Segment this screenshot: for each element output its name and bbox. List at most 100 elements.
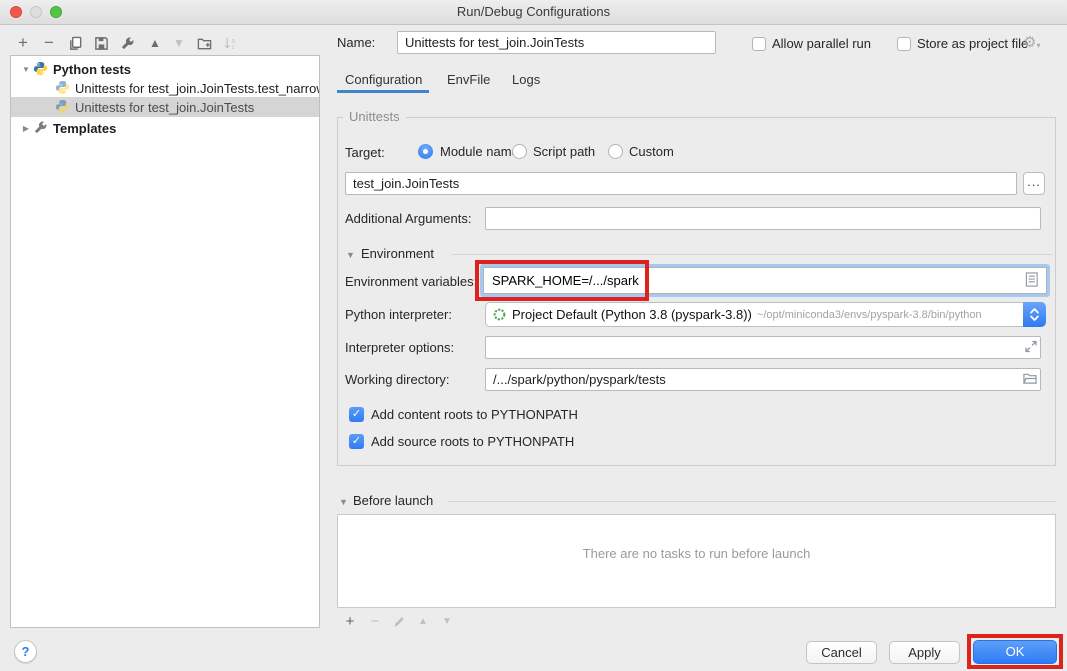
question-icon: ? — [22, 644, 30, 659]
title-bar: Run/Debug Configurations — [0, 0, 1067, 25]
python-interpreter-label: Python interpreter: — [345, 307, 452, 322]
expand-field-icon[interactable] — [1024, 339, 1038, 354]
conda-environment-icon — [493, 308, 506, 321]
tree-item-test-narrow[interactable]: Unittests for test_join.JoinTests.test_n… — [11, 78, 319, 98]
triangle-up-icon: ▲ — [418, 616, 428, 627]
before-launch-title: Before launch — [353, 493, 433, 508]
environment-variables-input[interactable] — [483, 267, 1047, 294]
ok-button[interactable]: OK — [973, 640, 1057, 664]
plus-icon: + — [18, 32, 28, 54]
chevron-right-icon[interactable]: ▶ — [19, 124, 33, 133]
copy-icon — [68, 36, 83, 51]
working-directory-input[interactable] — [485, 368, 1041, 391]
copy-configuration-button[interactable] — [64, 32, 86, 54]
check-icon: ✓ — [352, 435, 361, 447]
allow-parallel-run-checkbox[interactable] — [752, 37, 766, 51]
apply-button[interactable]: Apply — [889, 641, 960, 664]
triangle-down-icon: ▼ — [442, 616, 452, 627]
before-launch-edit-button[interactable] — [389, 611, 409, 631]
tab-configuration[interactable]: Configuration — [345, 72, 422, 87]
target-script-path-radio[interactable] — [512, 144, 527, 159]
tree-item-label: Python tests — [53, 62, 131, 77]
before-launch-empty-message: There are no tasks to run before launch — [583, 546, 811, 561]
python-test-icon — [55, 99, 71, 115]
tree-item-templates[interactable]: ▶ Templates — [11, 118, 319, 138]
remove-configuration-button[interactable]: − — [38, 32, 60, 54]
add-content-roots-label: Add content roots to PYTHONPATH — [371, 407, 578, 422]
tree-item-label: Templates — [53, 121, 116, 136]
target-script-path-label: Script path — [533, 144, 595, 159]
sort-configurations-button[interactable]: az — [219, 32, 241, 54]
help-button[interactable]: ? — [14, 640, 37, 663]
target-input[interactable] — [345, 172, 1017, 195]
env-variables-editor-icon[interactable] — [1025, 272, 1039, 287]
unittests-group-title: Unittests — [343, 109, 406, 124]
move-down-button[interactable]: ▼ — [168, 32, 190, 54]
tree-item-jointests-selected[interactable]: Unittests for test_join.JoinTests — [11, 97, 319, 117]
sort-alphabetically-icon: az — [223, 36, 238, 51]
python-interpreter-path: ~/opt/miniconda3/envs/pyspark-3.8/bin/py… — [757, 309, 982, 321]
before-launch-tasks-panel: There are no tasks to run before launch — [337, 514, 1056, 608]
before-launch-move-up-button[interactable]: ▲ — [413, 611, 433, 631]
add-source-roots-checkbox[interactable]: ✓ — [349, 434, 364, 449]
target-custom-radio[interactable] — [608, 144, 623, 159]
target-module-name-radio[interactable] — [418, 144, 433, 159]
chevron-down-icon[interactable]: ▼ — [19, 65, 33, 74]
add-content-roots-checkbox[interactable]: ✓ — [349, 407, 364, 422]
triangle-up-icon: ▲ — [149, 32, 161, 54]
move-up-button[interactable]: ▲ — [144, 32, 166, 54]
target-custom-label: Custom — [629, 144, 674, 159]
target-module-name-label: Module name — [440, 144, 519, 159]
store-as-project-file-checkbox[interactable] — [897, 37, 911, 51]
check-icon: ✓ — [352, 408, 361, 420]
name-input[interactable] — [397, 31, 716, 54]
wrench-icon — [120, 36, 135, 51]
create-folder-button[interactable] — [193, 32, 215, 54]
zoom-button[interactable] — [50, 6, 62, 18]
save-configuration-button[interactable] — [90, 32, 112, 54]
additional-arguments-input[interactable] — [485, 207, 1041, 230]
window-title: Run/Debug Configurations — [200, 4, 867, 19]
allow-parallel-run-label: Allow parallel run — [772, 36, 871, 51]
active-tab-indicator — [337, 90, 429, 93]
store-options-gear-button[interactable]: ⚙▾ — [1023, 35, 1040, 53]
before-launch-collapse-icon[interactable]: ▼ — [339, 497, 348, 507]
close-button[interactable] — [10, 6, 22, 18]
minus-icon: − — [371, 613, 380, 630]
configurations-tree: ▼ Python tests Unittests for test_join.J… — [10, 55, 320, 628]
plus-icon: + — [346, 613, 355, 630]
python-interpreter-value: Project Default (Python 3.8 (pyspark-3.8… — [512, 307, 752, 322]
browse-folder-icon[interactable] — [1023, 371, 1037, 386]
python-test-icon — [55, 80, 71, 96]
environment-variables-field — [480, 264, 1050, 297]
interpreter-options-label: Interpreter options: — [345, 340, 454, 355]
minimize-button[interactable] — [30, 6, 42, 18]
add-source-roots-label: Add source roots to PYTHONPATH — [371, 434, 574, 449]
svg-text:z: z — [231, 44, 234, 51]
target-label: Target: — [345, 145, 385, 160]
python-interpreter-select[interactable]: Project Default (Python 3.8 (pyspark-3.8… — [485, 302, 1046, 327]
tab-logs[interactable]: Logs — [512, 72, 540, 87]
run-debug-configurations-dialog: Run/Debug Configurations + − ▲ ▼ az ▼ Py… — [0, 0, 1067, 671]
save-icon — [94, 36, 109, 51]
tree-item-python-tests[interactable]: ▼ Python tests — [11, 59, 319, 79]
python-tests-icon — [33, 61, 49, 77]
environment-variables-label: Environment variables: — [345, 274, 477, 289]
environment-section-line — [452, 254, 1052, 255]
cancel-button[interactable]: Cancel — [806, 641, 877, 664]
add-configuration-button[interactable]: + — [12, 32, 34, 54]
environment-collapse-icon[interactable]: ▼ — [346, 250, 355, 260]
tab-envfile[interactable]: EnvFile — [447, 72, 490, 87]
interpreter-options-input[interactable] — [485, 336, 1041, 359]
chevron-up-down-icon — [1028, 307, 1041, 322]
edit-templates-button[interactable] — [116, 32, 138, 54]
tree-item-label: Unittests for test_join.JoinTests — [75, 100, 254, 115]
before-launch-move-down-button[interactable]: ▼ — [437, 611, 457, 631]
gear-icon: ⚙ — [1023, 34, 1036, 51]
python-interpreter-dropdown-button[interactable] — [1023, 302, 1046, 327]
tree-item-label: Unittests for test_join.JoinTests.test_n… — [75, 81, 319, 96]
browse-button[interactable]: ... — [1023, 172, 1045, 195]
before-launch-add-button[interactable]: + — [340, 611, 360, 631]
new-folder-icon — [197, 36, 212, 51]
before-launch-remove-button[interactable]: − — [365, 611, 385, 631]
